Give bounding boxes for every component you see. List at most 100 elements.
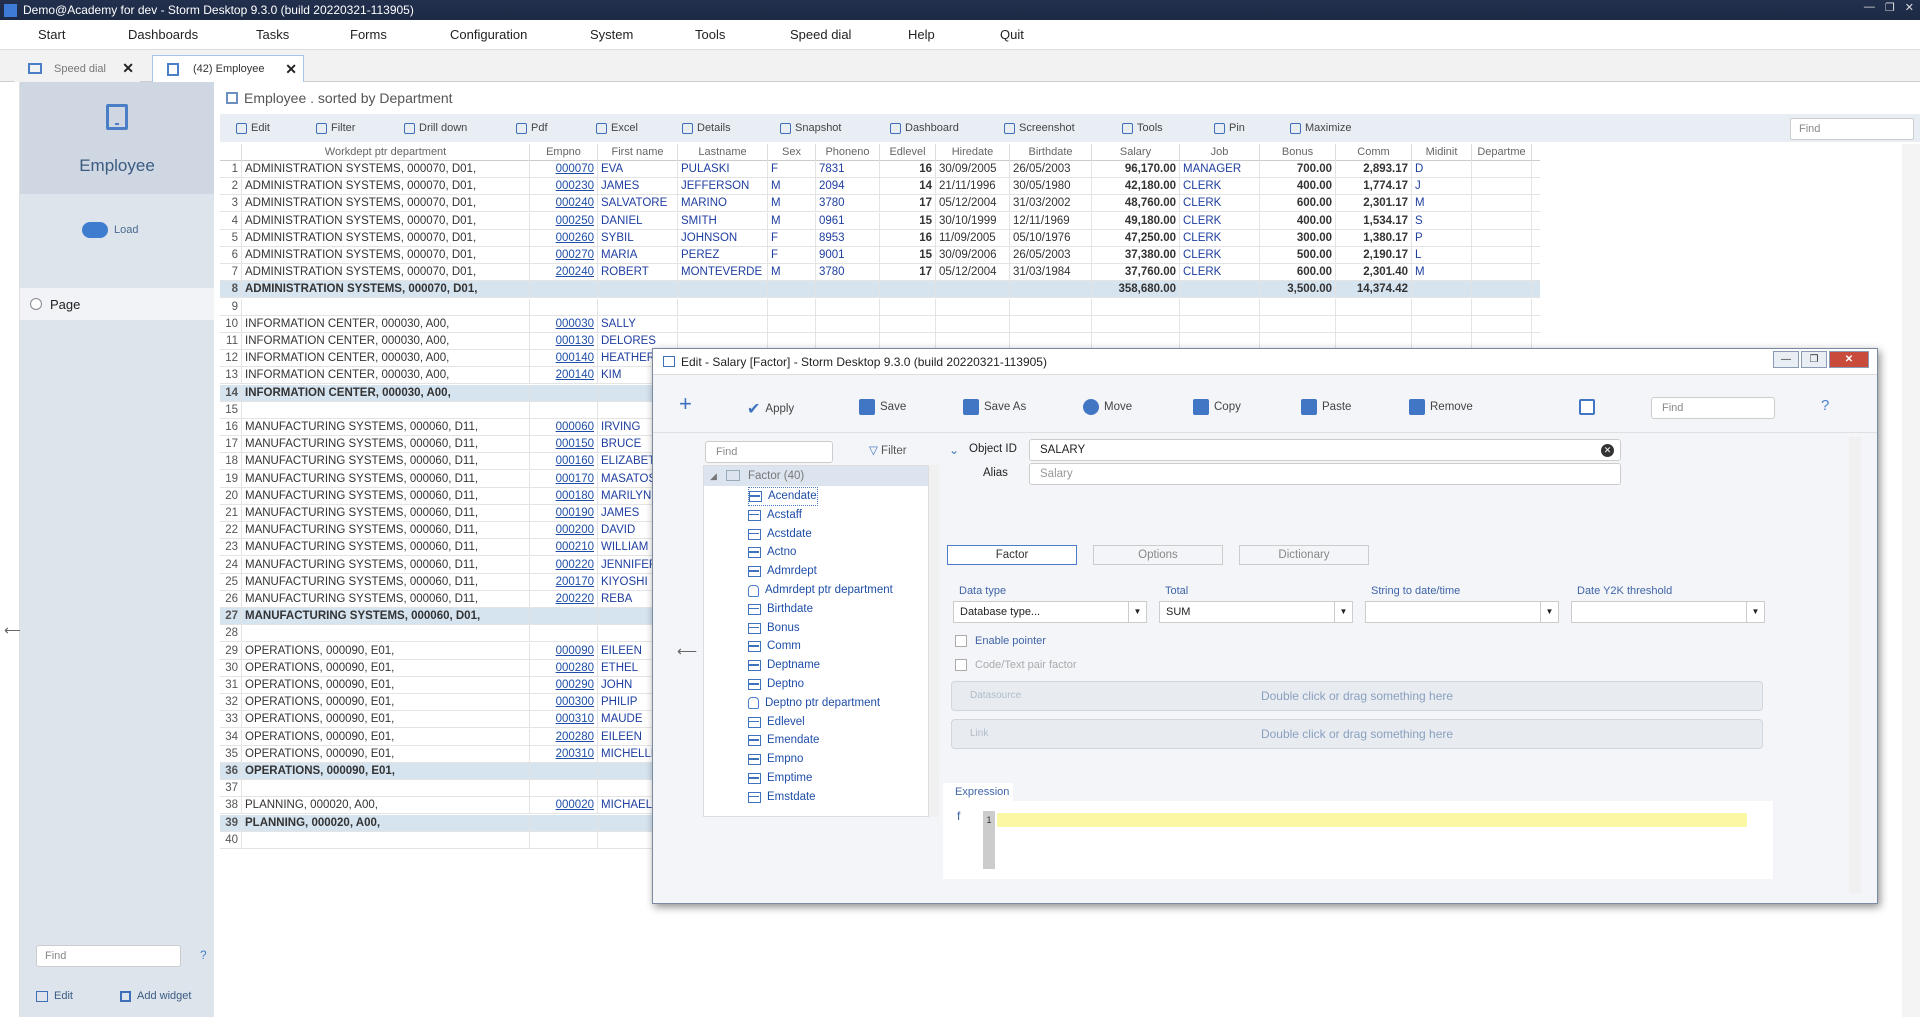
column-header[interactable]: Departme — [1472, 144, 1532, 161]
minimize-icon[interactable]: — — [1864, 1, 1875, 14]
paste-button[interactable]: Paste — [1301, 399, 1351, 415]
empno-link[interactable] — [530, 608, 598, 626]
edit-button[interactable]: Edit — [236, 122, 270, 134]
sidebar-item-page[interactable]: Page — [20, 288, 214, 320]
help-icon[interactable]: ? — [1821, 397, 1829, 414]
column-header[interactable]: Comm — [1336, 144, 1412, 161]
pin-button[interactable]: Pin — [1214, 122, 1245, 134]
minimize-icon[interactable]: — — [1773, 351, 1799, 368]
empno-link[interactable] — [530, 281, 598, 299]
empno-link[interactable] — [530, 298, 598, 316]
tree-item[interactable]: Acstaff — [748, 506, 802, 525]
tree-scrollbar[interactable] — [929, 465, 939, 817]
tab-employee[interactable]: (42) Employee ✕ — [152, 55, 304, 82]
empno-link[interactable]: 000220 — [530, 556, 598, 574]
close-icon[interactable]: ✕ — [1829, 351, 1869, 368]
empno-link[interactable]: 200220 — [530, 591, 598, 608]
empno-link[interactable]: 000250 — [530, 212, 598, 230]
empno-link[interactable]: 200140 — [530, 367, 598, 385]
empno-link[interactable]: 000260 — [530, 229, 598, 247]
object-id-input[interactable]: SALARY ✕ — [1029, 439, 1621, 461]
chevron-down-icon[interactable]: ▼ — [1334, 602, 1352, 622]
column-header[interactable]: Workdept ptr department — [242, 144, 530, 161]
collapse-chevron-icon[interactable]: ⌄ — [949, 443, 959, 457]
empno-link[interactable]: 000030 — [530, 315, 598, 333]
menu-system[interactable]: System — [590, 27, 633, 42]
empno-link[interactable]: 000310 — [530, 711, 598, 729]
empno-link[interactable] — [530, 814, 598, 832]
save-button[interactable]: Save — [859, 399, 906, 415]
table-row[interactable]: 6 ADMINISTRATION SYSTEMS, 000070, D01, 000… — [220, 247, 1540, 264]
maximize-button[interactable]: Maximize — [1290, 122, 1351, 134]
expression-editor[interactable]: f 1 — [943, 801, 1773, 879]
tree-item[interactable]: Acstdate — [748, 525, 812, 544]
tab-dictionary[interactable]: Dictionary — [1239, 545, 1369, 565]
grid-find-input[interactable]: Find — [1790, 118, 1914, 140]
document-button[interactable] — [1579, 399, 1595, 415]
empno-link[interactable]: 000150 — [530, 436, 598, 454]
help-icon[interactable]: ? — [200, 948, 207, 962]
drill-down-button[interactable]: Drill down — [404, 122, 467, 134]
empno-link[interactable]: 000060 — [530, 419, 598, 436]
close-tab-icon[interactable]: ✕ — [285, 61, 297, 78]
tree-item[interactable]: Admrdept — [748, 562, 817, 581]
empno-link[interactable] — [530, 625, 598, 643]
expression-line[interactable] — [997, 813, 1747, 827]
details-button[interactable]: Details — [682, 122, 731, 134]
tree-item[interactable]: Edlevel — [748, 713, 805, 732]
tree-item[interactable]: Emendate — [748, 731, 819, 750]
column-header[interactable]: Edlevel — [880, 144, 936, 161]
tree-item[interactable]: Deptno — [748, 675, 804, 694]
column-header[interactable]: Job — [1180, 144, 1260, 161]
tab-speed-dial[interactable]: Speed dial ✕ — [14, 55, 140, 82]
empno-link[interactable]: 200280 — [530, 728, 598, 746]
copy-button[interactable]: Copy — [1193, 399, 1241, 415]
empno-link[interactable]: 000180 — [530, 487, 598, 505]
dashboard-button[interactable]: Dashboard — [890, 122, 959, 134]
save-as-button[interactable]: Save As — [963, 399, 1026, 415]
tree-find-input[interactable]: Find — [705, 441, 833, 463]
empno-link[interactable] — [530, 401, 598, 419]
empno-link[interactable] — [530, 384, 598, 402]
empno-link[interactable]: 000210 — [530, 539, 598, 557]
alias-input[interactable]: Salary — [1029, 463, 1621, 485]
column-header[interactable]: Hiredate — [936, 144, 1010, 161]
table-row[interactable]: 9 — [220, 298, 1540, 316]
table-row[interactable]: 4 ADMINISTRATION SYSTEMS, 000070, D01, 000… — [220, 212, 1540, 230]
empno-link[interactable] — [530, 763, 598, 780]
tab-options[interactable]: Options — [1093, 545, 1223, 565]
close-tab-icon[interactable]: ✕ — [122, 60, 134, 77]
empno-link[interactable]: 000190 — [530, 505, 598, 522]
screenshot-button[interactable]: Screenshot — [1004, 122, 1075, 134]
checkbox-icon[interactable] — [955, 659, 967, 671]
tree-filter-button[interactable]: ▽ Filter — [869, 443, 907, 457]
filter-button[interactable]: Filter — [316, 122, 355, 134]
sidebar-edit-button[interactable]: Edit — [36, 990, 73, 1002]
empno-link[interactable]: 000090 — [530, 642, 598, 660]
empno-link[interactable]: 200310 — [530, 745, 598, 763]
restore-icon[interactable]: ❐ — [1801, 351, 1827, 368]
pdf-button[interactable]: Pdf — [516, 122, 548, 134]
subtotal-row[interactable]: 8 ADMINISTRATION SYSTEMS, 000070, D01, 358… — [220, 281, 1540, 299]
tab-factor[interactable]: Factor — [947, 545, 1077, 565]
empno-link[interactable] — [530, 831, 598, 849]
empno-link[interactable]: 000240 — [530, 195, 598, 213]
column-header[interactable]: First name — [598, 144, 678, 161]
sidebar-find-input[interactable]: Find — [36, 945, 181, 967]
function-icon[interactable]: f — [957, 809, 960, 823]
properties-scrollbar[interactable] — [1849, 437, 1861, 893]
menu-dashboards[interactable]: Dashboards — [128, 27, 198, 42]
apply-button[interactable]: ✔ Apply — [747, 399, 794, 419]
radio-icon[interactable] — [30, 298, 42, 310]
empno-link[interactable]: 200240 — [530, 264, 598, 282]
menu-quit[interactable]: Quit — [1000, 27, 1024, 42]
empno-link[interactable]: 000280 — [530, 659, 598, 677]
code-text-checkbox[interactable]: Code/Text pair factor — [955, 659, 1155, 671]
dialog-find-input[interactable]: Find — [1651, 397, 1775, 419]
empno-link[interactable]: 000290 — [530, 677, 598, 694]
clear-icon[interactable]: ✕ — [1601, 444, 1614, 457]
empno-link[interactable]: 000230 — [530, 178, 598, 196]
column-header[interactable]: Salary — [1092, 144, 1180, 161]
back-arrow-icon[interactable]: ⟵ — [677, 643, 697, 660]
empno-link[interactable]: 200170 — [530, 573, 598, 591]
